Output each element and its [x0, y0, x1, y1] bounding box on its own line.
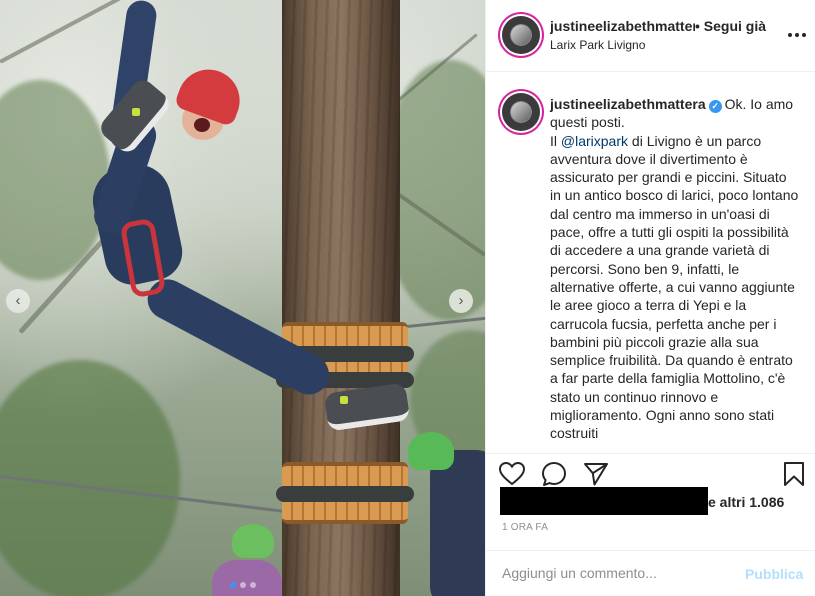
worker-body	[430, 450, 485, 596]
chevron-left-icon: ‹	[15, 292, 21, 309]
publish-comment-button[interactable]: Pubblica	[745, 566, 803, 582]
post-header: justineelizabethmattera • Segui già Lari…	[486, 0, 815, 72]
worker-body	[212, 560, 282, 596]
heart-icon[interactable]	[498, 460, 526, 488]
caption-mention-link[interactable]: @larixpark	[561, 133, 628, 149]
author-avatar[interactable]	[502, 16, 540, 54]
caption-username[interactable]: justineelizabethmattera	[550, 96, 706, 112]
follow-status-button[interactable]: • Segui già	[695, 18, 766, 34]
comment-composer: Pubblica	[486, 550, 815, 596]
post-photo[interactable]: ‹ ›	[0, 0, 485, 596]
post-location[interactable]: Larix Park Livigno	[550, 38, 645, 52]
more-horizontal-icon[interactable]	[788, 26, 806, 44]
comment-bubble-icon[interactable]	[540, 460, 568, 488]
caption-pre-mention: Il	[550, 132, 561, 149]
person-mouth	[194, 118, 210, 132]
chevron-right-icon: ›	[458, 292, 464, 309]
comment-input[interactable]	[502, 565, 732, 581]
shoe-accent	[340, 396, 348, 404]
caption-author-avatar[interactable]	[502, 93, 540, 131]
carousel-dot	[239, 582, 246, 588]
carousel-indicator	[0, 582, 485, 588]
verified-badge-icon: ✓	[708, 100, 722, 113]
caption-text: justineelizabethmattera ✓ Ok. Io amo quest…	[550, 95, 800, 443]
paper-plane-icon[interactable]	[582, 460, 610, 488]
post-timestamp[interactable]: 1 ORA FA	[502, 522, 548, 533]
caption-body: di Livigno è un parco avventura dove il …	[550, 132, 799, 442]
post-caption: justineelizabethmattera ✓ Ok. Io amo quest…	[486, 73, 815, 453]
liked-by-redacted	[500, 487, 708, 515]
author-username[interactable]: justineelizabethmattera	[550, 18, 695, 34]
cable-wrap	[276, 486, 414, 502]
shoe-accent	[132, 108, 140, 116]
previous-photo-button[interactable]: ‹	[6, 289, 30, 313]
next-photo-button[interactable]: ›	[449, 289, 473, 313]
likes-count[interactable]: e altri 1.086	[708, 494, 784, 510]
worker-helmet	[232, 524, 274, 558]
carousel-dot	[229, 582, 236, 588]
bookmark-icon[interactable]	[780, 460, 808, 488]
carousel-dot	[249, 582, 256, 588]
worker-helmet	[408, 432, 454, 470]
post-sidebar: justineelizabethmattera • Segui già Lari…	[485, 0, 815, 596]
